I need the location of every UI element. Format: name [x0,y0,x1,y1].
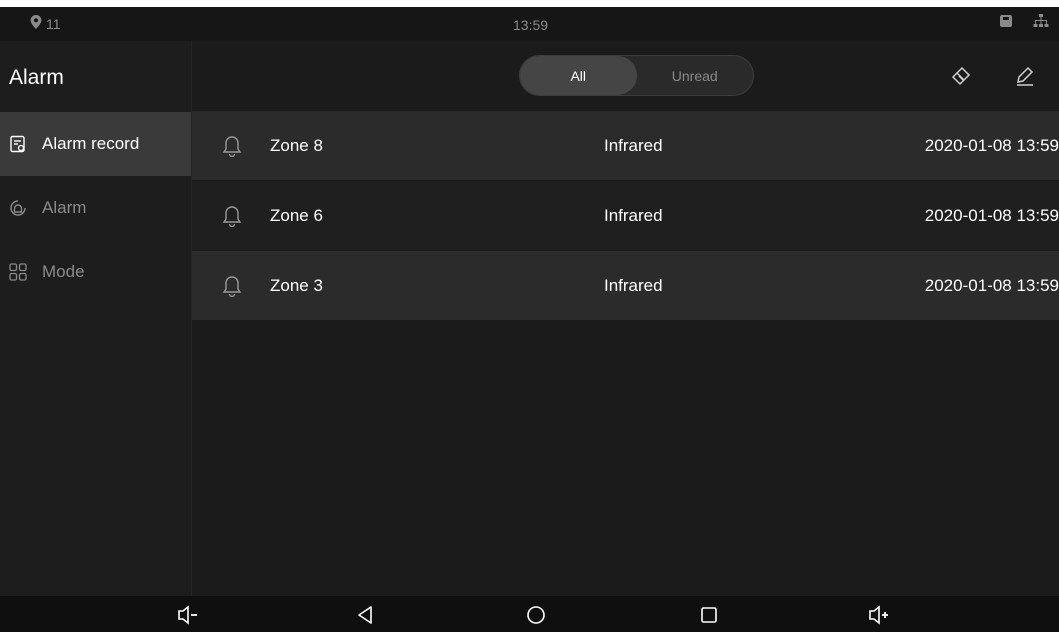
sidebar-item-label: Alarm [42,198,87,217]
sidebar-item-alarm[interactable]: Alarm [0,176,191,240]
content-header: All Unread [192,41,1059,111]
zone-label: Zone 8 [270,135,323,155]
filter-segment: All Unread [519,55,754,96]
bell-icon [222,135,242,158]
list-item[interactable]: Zone 3 Infrared 2020-01-08 13:59 [192,251,1059,320]
status-right [999,14,1049,31]
list-item[interactable]: Zone 6 Infrared 2020-01-08 13:59 [192,181,1059,250]
bell-icon [222,205,242,228]
home-icon[interactable] [524,604,548,626]
volume-up-icon[interactable] [867,604,891,626]
status-time: 13:59 [513,17,549,33]
alarm-time: 2020-01-08 13:59 [924,275,1059,295]
alarm-type: Infrared [604,135,663,155]
zone-label: Zone 6 [270,205,323,225]
list-item[interactable]: Zone 8 Infrared 2020-01-08 13:59 [192,111,1059,180]
signal-value: 11 [46,15,61,32]
alarm-type: Infrared [604,275,663,295]
status-bar: 11 13:59 [0,7,1059,41]
edit-icon[interactable] [1014,65,1036,87]
sidebar-item-alarm-record[interactable]: Alarm record [0,112,191,176]
tab-unread[interactable]: Unread [637,56,754,95]
location-icon [30,15,42,32]
volume-down-icon[interactable] [176,604,200,626]
clear-icon[interactable] [950,65,972,87]
status-left: 11 [30,15,61,32]
tab-all[interactable]: All [520,56,637,95]
bell-icon [222,275,242,298]
sd-card-icon [999,14,1013,31]
alarm-time: 2020-01-08 13:59 [924,135,1059,155]
mode-grid-icon [8,262,28,282]
sidebar-item-mode[interactable]: Mode [0,240,191,304]
recents-icon[interactable] [697,604,721,626]
system-nav-bar [0,596,1059,632]
alarm-icon [8,198,28,218]
alarm-type: Infrared [604,205,663,225]
alarm-time: 2020-01-08 13:59 [924,205,1059,225]
back-icon[interactable] [353,604,377,626]
record-icon [8,134,28,154]
sidebar: Alarm Alarm record Alarm Mode [0,41,192,596]
zone-label: Zone 3 [270,275,323,295]
page-title: Alarm [9,66,64,89]
device-screen: 11 13:59 Alarm Alarm record Alarm Mode A… [0,7,1059,632]
sidebar-item-label: Alarm record [42,134,140,153]
sidebar-item-label: Mode [42,262,85,281]
network-icon [1033,14,1049,31]
